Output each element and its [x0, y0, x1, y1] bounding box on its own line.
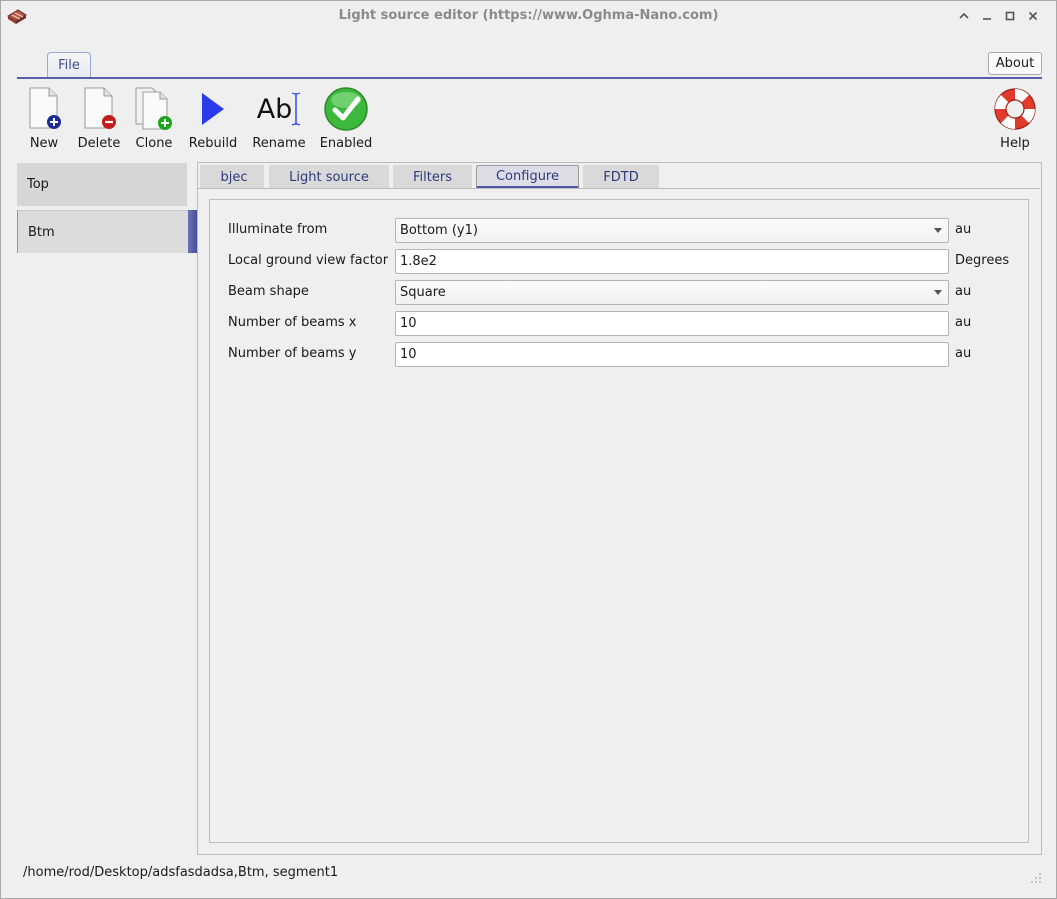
beam-shape-label: Beam shape: [228, 284, 309, 299]
rebuild-button[interactable]: Rebuild: [188, 85, 238, 151]
rename-glyph: Ab: [256, 93, 293, 125]
resize-grip-icon[interactable]: [1029, 871, 1043, 885]
tab-configure[interactable]: Configure: [476, 165, 579, 189]
new-document-icon: [29, 87, 61, 129]
new-label: New: [29, 136, 59, 151]
about-button[interactable]: About: [988, 52, 1042, 75]
check-circle-icon: [324, 87, 368, 131]
ground-view-factor-unit: Degrees: [955, 253, 1010, 268]
beams-x-unit: au: [955, 315, 972, 330]
window-title: Light source editor (https://www.Oghma-N…: [338, 8, 719, 23]
beams-y-unit: au: [955, 346, 972, 361]
window-controls: [957, 9, 1040, 23]
clone-button[interactable]: Clone: [134, 85, 174, 151]
ground-view-factor-input[interactable]: 1.8e2: [395, 249, 949, 274]
tab-filters[interactable]: Filters: [393, 165, 472, 189]
beam-shape-select[interactable]: Square: [395, 280, 949, 305]
illuminate-from-select[interactable]: Bottom (y1): [395, 218, 949, 243]
rename-icon: Ab: [251, 85, 307, 133]
chevron-up-icon[interactable]: [957, 9, 971, 23]
illuminate-from-label: Illuminate from: [228, 222, 328, 237]
illuminate-from-value: Bottom (y1): [400, 223, 478, 238]
file-menu-tab[interactable]: File: [47, 52, 91, 78]
rename-button[interactable]: Ab Rename: [251, 85, 307, 151]
play-icon: [202, 93, 224, 125]
minimize-icon[interactable]: [980, 9, 994, 23]
tab-object-label: bjec: [220, 170, 248, 185]
dropdown-arrow-icon: [934, 228, 942, 233]
menu-divider: [17, 77, 1042, 79]
tab-bar-divider: [198, 188, 1040, 189]
status-bar-path: /home/rod/Desktop/adsfasdadsa,Btm, segme…: [23, 865, 339, 880]
delete-label: Delete: [77, 136, 121, 151]
beams-x-input[interactable]: 10: [395, 311, 949, 336]
close-icon[interactable]: [1026, 9, 1040, 23]
maximize-icon[interactable]: [1003, 9, 1017, 23]
title-bar[interactable]: Light source editor (https://www.Oghma-N…: [1, 1, 1056, 32]
rename-label: Rename: [252, 136, 306, 151]
sidebar-item-btm[interactable]: Btm: [17, 210, 197, 253]
beam-shape-unit: au: [955, 284, 972, 299]
tab-light-source[interactable]: Light source: [269, 165, 389, 189]
clone-document-icon: [135, 87, 172, 130]
help-button[interactable]: Help: [991, 85, 1039, 151]
beam-shape-value: Square: [400, 285, 446, 300]
help-label: Help: [1000, 136, 1030, 151]
clone-label: Clone: [135, 136, 173, 151]
illuminate-from-unit: au: [955, 222, 972, 237]
tab-fdtd[interactable]: FDTD: [583, 165, 659, 189]
dropdown-arrow-icon: [934, 290, 942, 295]
ground-view-factor-label: Local ground view factor: [228, 253, 389, 268]
tab-object[interactable]: bjec: [200, 165, 264, 189]
new-button[interactable]: New: [25, 85, 63, 151]
lifebuoy-icon: [994, 88, 1036, 130]
delete-button[interactable]: Delete: [77, 85, 121, 151]
beams-y-label: Number of beams y: [228, 346, 357, 361]
enabled-label: Enabled: [319, 136, 373, 151]
beams-y-input[interactable]: 10: [395, 342, 949, 367]
delete-document-icon: [84, 87, 116, 129]
light-source-editor-window: Light source editor (https://www.Oghma-N…: [0, 0, 1057, 899]
enabled-button[interactable]: Enabled: [319, 85, 373, 151]
sidebar-item-top[interactable]: Top: [17, 163, 187, 206]
rebuild-label: Rebuild: [188, 136, 238, 151]
beams-x-label: Number of beams x: [228, 315, 357, 330]
